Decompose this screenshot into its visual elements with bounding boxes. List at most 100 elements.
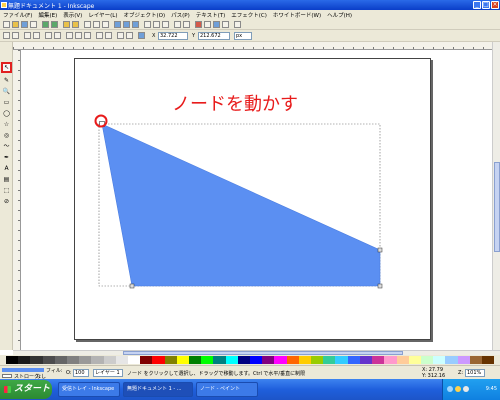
palette-swatch[interactable] — [433, 356, 446, 364]
rectangle-tool-icon[interactable]: ▭ — [2, 98, 11, 107]
save-icon[interactable] — [21, 21, 28, 28]
pen-tool-icon[interactable]: ✒ — [2, 153, 11, 162]
fill-swatch[interactable] — [2, 368, 44, 372]
join-segment-icon[interactable] — [45, 32, 52, 39]
palette-swatch[interactable] — [335, 356, 348, 364]
palette-swatch[interactable] — [286, 356, 299, 364]
zoom-out-icon[interactable] — [123, 21, 130, 28]
vertical-scrollbar-thumb[interactable] — [494, 162, 500, 252]
volume-icon[interactable] — [455, 386, 461, 392]
palette-swatch[interactable] — [189, 356, 202, 364]
palette-swatch[interactable] — [213, 356, 226, 364]
palette-swatch[interactable] — [250, 356, 263, 364]
smooth-node-icon[interactable] — [75, 32, 82, 39]
export-icon[interactable] — [51, 21, 58, 28]
connector-tool-icon[interactable]: ⬚ — [2, 186, 11, 195]
taskbar-item-paint[interactable]: ノード - ペイント — [196, 382, 258, 397]
palette-swatch[interactable] — [225, 356, 238, 364]
palette-swatch[interactable] — [115, 356, 129, 364]
ungroup-icon[interactable] — [183, 21, 190, 28]
menu-path[interactable]: パス(P) — [168, 10, 193, 19]
layer-select[interactable]: レイヤー 1 — [93, 369, 123, 377]
palette-swatch[interactable] — [396, 356, 409, 364]
insert-node-icon[interactable] — [3, 32, 10, 39]
palette-swatch[interactable] — [481, 356, 495, 364]
delete-segment-icon[interactable] — [54, 32, 61, 39]
taskbar-item-inkscape[interactable]: 無題ドキュメント 1 - ... — [123, 382, 193, 397]
palette-swatch[interactable] — [176, 356, 190, 364]
import-icon[interactable] — [42, 21, 49, 28]
show-handles-icon[interactable] — [138, 32, 145, 39]
delete-node-icon[interactable] — [12, 32, 19, 39]
path-node[interactable] — [377, 283, 383, 289]
selected-path[interactable] — [101, 123, 381, 287]
palette-swatch[interactable] — [201, 356, 214, 364]
object-to-path-icon[interactable] — [117, 32, 124, 39]
gradient-tool-icon[interactable]: ▤ — [2, 175, 11, 184]
menu-whiteboard[interactable]: ホワイトボード(W) — [270, 10, 324, 19]
palette-swatch[interactable] — [311, 356, 324, 364]
palette-swatch[interactable] — [6, 356, 19, 364]
palette-swatch[interactable] — [420, 356, 434, 364]
copy-icon[interactable] — [84, 21, 91, 28]
group-icon[interactable] — [174, 21, 181, 28]
unit-select[interactable]: px — [234, 32, 252, 40]
palette-swatch[interactable] — [79, 356, 92, 364]
new-document-icon[interactable] — [3, 21, 10, 28]
preferences-icon[interactable] — [234, 21, 241, 28]
zoom-field[interactable]: 101% — [465, 369, 485, 377]
palette-swatch[interactable] — [372, 356, 385, 364]
menu-help[interactable]: ヘルプ(H) — [324, 10, 355, 19]
align-distribute-icon[interactable] — [222, 21, 229, 28]
palette-swatch[interactable] — [323, 356, 336, 364]
x-coordinate-field[interactable]: 32.722 — [158, 32, 188, 40]
pencil-tool-icon[interactable]: 〜 — [2, 142, 11, 151]
symmetric-node-icon[interactable] — [84, 32, 91, 39]
minimize-button[interactable]: _ — [473, 1, 481, 9]
palette-swatch[interactable] — [347, 356, 360, 364]
menu-view[interactable]: 表示(V) — [60, 10, 85, 19]
palette-swatch[interactable] — [298, 356, 312, 364]
unlink-clone-icon[interactable] — [162, 21, 169, 28]
segment-line-icon[interactable] — [96, 32, 103, 39]
y-coordinate-field[interactable]: 212.672 — [198, 32, 230, 40]
menu-edit[interactable]: 編集(E) — [35, 10, 60, 19]
segment-curve-icon[interactable] — [105, 32, 112, 39]
drawing-canvas[interactable]: ノードを動かす — [21, 50, 492, 350]
stroke-swatch[interactable] — [2, 374, 12, 378]
palette-swatch[interactable] — [469, 356, 482, 364]
path-node[interactable] — [377, 247, 383, 253]
cusp-node-icon[interactable] — [66, 32, 73, 39]
palette-swatch[interactable] — [262, 356, 275, 364]
palette-swatch[interactable] — [457, 356, 470, 364]
text-font-icon[interactable] — [204, 21, 211, 28]
palette-swatch[interactable] — [359, 356, 373, 364]
node-tool-icon[interactable]: ↖ — [1, 62, 12, 73]
palette-swatch[interactable] — [67, 356, 80, 364]
palette-swatch[interactable] — [237, 356, 251, 364]
fill-stroke-icon[interactable] — [195, 21, 202, 28]
palette-swatch[interactable] — [30, 356, 43, 364]
palette-swatch[interactable] — [91, 356, 104, 364]
tray-app-icon[interactable] — [463, 386, 469, 392]
break-path-icon[interactable] — [33, 32, 40, 39]
start-button[interactable]: スタート — [0, 380, 52, 399]
open-file-icon[interactable] — [12, 21, 19, 28]
paste-icon[interactable] — [102, 21, 109, 28]
menu-text[interactable]: テキスト(T) — [193, 10, 229, 19]
cut-icon[interactable] — [93, 21, 100, 28]
palette-swatch[interactable] — [408, 356, 421, 364]
opacity-field[interactable]: 100 — [73, 369, 89, 377]
palette-swatch[interactable] — [152, 356, 165, 364]
zoom-tool-icon[interactable]: 🔍 — [2, 87, 11, 96]
palette-swatch[interactable] — [42, 356, 55, 364]
stroke-to-path-icon[interactable] — [126, 32, 133, 39]
menu-object[interactable]: オブジェクト(O) — [121, 10, 169, 19]
menu-effect[interactable]: エフェクト(C) — [228, 10, 270, 19]
xml-editor-icon[interactable] — [213, 21, 220, 28]
join-nodes-icon[interactable] — [24, 32, 31, 39]
spiral-tool-icon[interactable]: ◎ — [2, 131, 11, 140]
palette-swatch[interactable] — [274, 356, 287, 364]
palette-swatch[interactable] — [140, 356, 153, 364]
network-icon[interactable] — [447, 386, 453, 392]
